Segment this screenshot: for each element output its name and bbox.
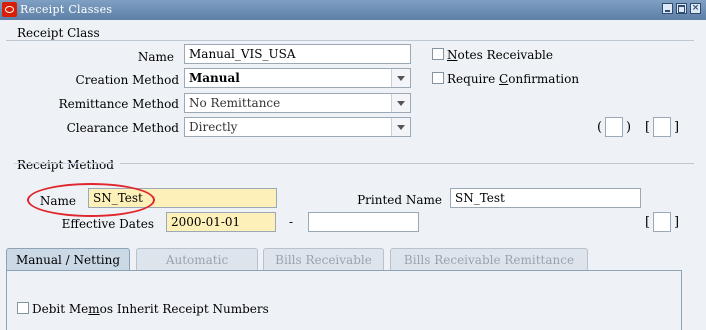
creation-method-label: Creation Method [75,73,179,87]
require-confirmation-checkbox[interactable]: Require Confirmation [432,72,579,86]
context-field[interactable] [605,117,623,137]
tab-panel [6,270,682,330]
highlight-annotation [27,183,155,217]
remittance-method-select[interactable]: No Remittance [184,93,411,113]
window-title-bar: Receipt Classes × [0,0,706,20]
effective-date-to-input[interactable] [308,212,419,232]
maximize-icon[interactable] [676,3,687,14]
date-range-separator: - [289,215,294,229]
method-descriptive-flexfield[interactable] [653,212,671,232]
debit-memos-checkbox[interactable]: Debit Memos Inherit Receipt Numbers [17,302,269,316]
checkbox-box[interactable] [432,72,444,84]
oracle-logo-icon [2,2,17,17]
printed-name-label: Printed Name [357,193,442,207]
notes-receivable-label: otes Receivable [457,48,553,62]
receipt-class-divider [6,40,694,41]
tab-automatic[interactable]: Automatic [136,248,258,270]
clearance-method-select[interactable]: Directly [184,117,411,137]
notes-receivable-checkbox[interactable]: Notes Receivable [432,48,553,62]
divider-gap [6,162,14,165]
chevron-down-icon[interactable] [391,118,410,136]
flexfield-bracket-close: ] [674,120,680,135]
receipt-class-name-label: Name [137,50,174,64]
creation-method-value: Manual [189,71,240,85]
chevron-down-icon[interactable] [391,69,410,87]
chevron-down-icon[interactable] [391,94,410,112]
tab-bills-receivable[interactable]: Bills Receivable [263,248,384,270]
receipt-class-name-input[interactable]: Manual_VIS_USA [184,44,411,64]
receipt-method-divider-right [120,163,694,164]
tab-manual-netting[interactable]: Manual / Netting [6,248,130,270]
tab-bills-receivable-remittance[interactable]: Bills Receivable Remittance [390,248,588,270]
require-confirmation-label: onfirmation [508,72,580,86]
remittance-method-label: Remittance Method [58,97,179,111]
debit-memos-label-first: Debit Me [32,302,89,316]
minimize-icon[interactable] [662,3,673,14]
clearance-method-label: Clearance Method [66,121,179,135]
descriptive-flexfield[interactable] [653,117,671,137]
window-title: Receipt Classes [20,3,113,16]
flexfield-bracket-open: [ [645,120,651,135]
debit-memos-label-underlined: m [88,302,100,316]
creation-method-select[interactable]: Manual [184,68,411,88]
require-confirmation-label-underlined: C [499,72,509,86]
method-flexfield-bracket-close: ] [674,215,680,230]
clearance-method-value: Directly [189,120,238,134]
method-flexfield-bracket-open: [ [645,215,651,230]
remittance-method-value: No Remittance [189,96,281,110]
checkbox-box[interactable] [17,302,29,314]
printed-name-input[interactable]: SN_Test [450,188,641,208]
effective-date-from-input[interactable]: 2000-01-01 [166,212,276,232]
context-paren-open: ( [597,120,603,135]
receipt-method-section-title: Receipt Method [17,158,114,172]
require-confirmation-label-first: Require [447,72,500,86]
debit-memos-label: os Inherit Receipt Numbers [99,302,269,316]
close-icon[interactable]: × [690,3,701,14]
checkbox-box[interactable] [432,48,444,60]
receipt-class-section-title: Receipt Class [17,26,100,40]
notes-receivable-label-first: N [447,48,458,62]
effective-dates-label: Effective Dates [61,217,154,231]
context-paren-close: ) [626,120,632,135]
